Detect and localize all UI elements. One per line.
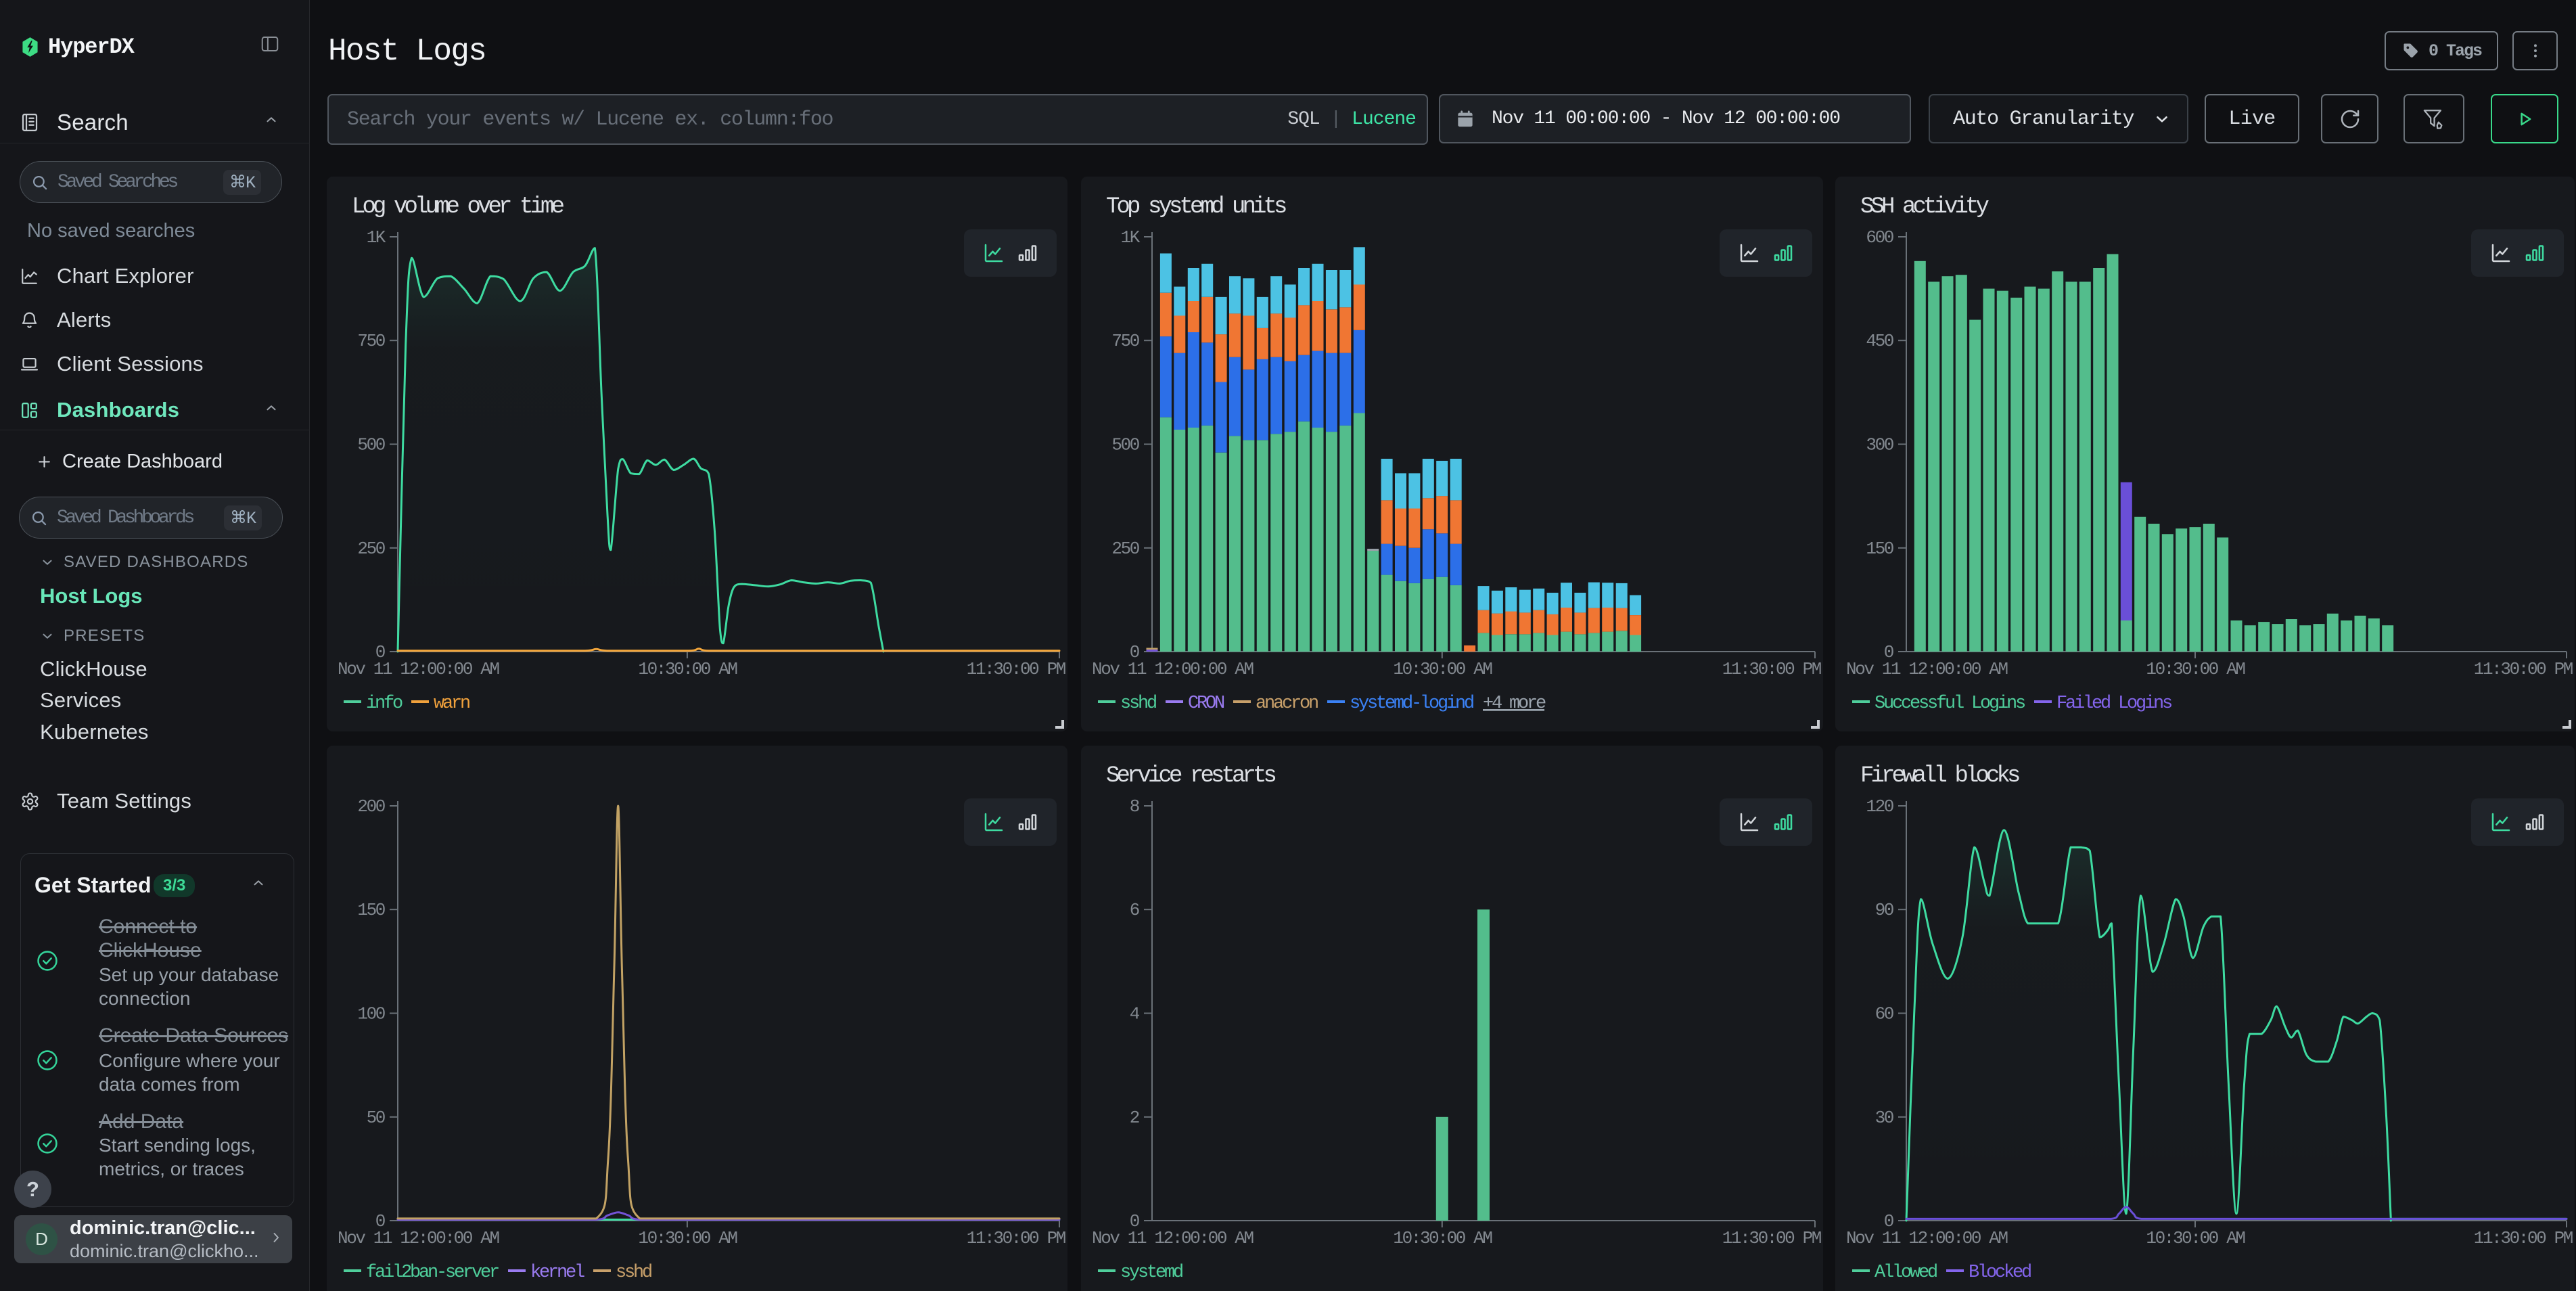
svg-text:systemd: systemd [1120, 1263, 1182, 1283]
svg-text:500: 500 [357, 435, 384, 455]
svg-text:Blocked: Blocked [1969, 1263, 2031, 1283]
svg-text:100: 100 [357, 1004, 384, 1024]
svg-text:250: 250 [357, 539, 384, 559]
svg-text:info: info [366, 694, 402, 714]
svg-text:sshd: sshd [1120, 694, 1156, 714]
svg-text:Nov 11 12:00:00 AM: Nov 11 12:00:00 AM [1846, 1228, 2007, 1248]
svg-text:2: 2 [1130, 1108, 1139, 1128]
svg-text:Nov 11 12:00:00 AM: Nov 11 12:00:00 AM [1092, 659, 1253, 679]
svg-text:10:30:00 AM: 10:30:00 AM [1393, 1228, 1492, 1248]
svg-text:450: 450 [1866, 331, 1893, 351]
svg-text:sshd: sshd [616, 1263, 651, 1283]
svg-text:Failed Logins: Failed Logins [2056, 694, 2171, 714]
svg-text:50: 50 [367, 1108, 385, 1128]
svg-text:4: 4 [1130, 1004, 1140, 1024]
svg-text:11:30:00 PM: 11:30:00 PM [967, 659, 1065, 679]
svg-text:6: 6 [1130, 900, 1139, 920]
svg-text:200: 200 [357, 796, 384, 817]
svg-text:Nov 11 12:00:00 AM: Nov 11 12:00:00 AM [1092, 1228, 1253, 1248]
svg-text:11:30:00 PM: 11:30:00 PM [2474, 1228, 2573, 1248]
svg-text:10:30:00 AM: 10:30:00 AM [638, 659, 737, 679]
svg-text:10:30:00 AM: 10:30:00 AM [2146, 1228, 2245, 1248]
svg-text:1K: 1K [1121, 227, 1141, 248]
svg-text:warn: warn [434, 694, 469, 714]
svg-text:11:30:00 PM: 11:30:00 PM [967, 1228, 1065, 1248]
svg-text:10:30:00 AM: 10:30:00 AM [638, 1228, 737, 1248]
svg-text:250: 250 [1111, 539, 1138, 559]
svg-text:systemd-logind: systemd-logind [1350, 694, 1473, 714]
svg-text:Allowed: Allowed [1874, 1263, 1937, 1283]
svg-text:10:30:00 AM: 10:30:00 AM [2146, 659, 2245, 679]
svg-text:750: 750 [1111, 331, 1138, 351]
svg-text:11:30:00 PM: 11:30:00 PM [2474, 659, 2573, 679]
svg-text:150: 150 [1866, 539, 1893, 559]
svg-text:300: 300 [1866, 435, 1893, 455]
svg-text:600: 600 [1866, 227, 1893, 248]
svg-text:8: 8 [1130, 796, 1139, 817]
svg-text:+4 more: +4 more [1483, 694, 1546, 714]
svg-text:1K: 1K [367, 227, 386, 248]
svg-text:Successful Logins: Successful Logins [1874, 694, 2025, 714]
svg-text:120: 120 [1866, 796, 1893, 817]
svg-text:30: 30 [1875, 1108, 1893, 1128]
svg-text:750: 750 [357, 331, 384, 351]
svg-text:Nov 11 12:00:00 AM: Nov 11 12:00:00 AM [338, 659, 499, 679]
svg-text:90: 90 [1875, 900, 1893, 920]
svg-text:60: 60 [1875, 1004, 1893, 1024]
svg-text:fail2ban-server: fail2ban-server [366, 1263, 499, 1283]
svg-text:150: 150 [357, 900, 384, 920]
svg-text:11:30:00 PM: 11:30:00 PM [1722, 1228, 1821, 1248]
svg-text:anacron: anacron [1256, 694, 1318, 714]
svg-text:11:30:00 PM: 11:30:00 PM [1722, 659, 1821, 679]
svg-text:500: 500 [1111, 435, 1138, 455]
svg-text:kernel: kernel [530, 1263, 584, 1283]
svg-text:CRON: CRON [1188, 694, 1224, 714]
svg-text:10:30:00 AM: 10:30:00 AM [1393, 659, 1492, 679]
svg-text:Nov 11 12:00:00 AM: Nov 11 12:00:00 AM [1846, 659, 2007, 679]
svg-text:Nov 11 12:00:00 AM: Nov 11 12:00:00 AM [338, 1228, 499, 1248]
